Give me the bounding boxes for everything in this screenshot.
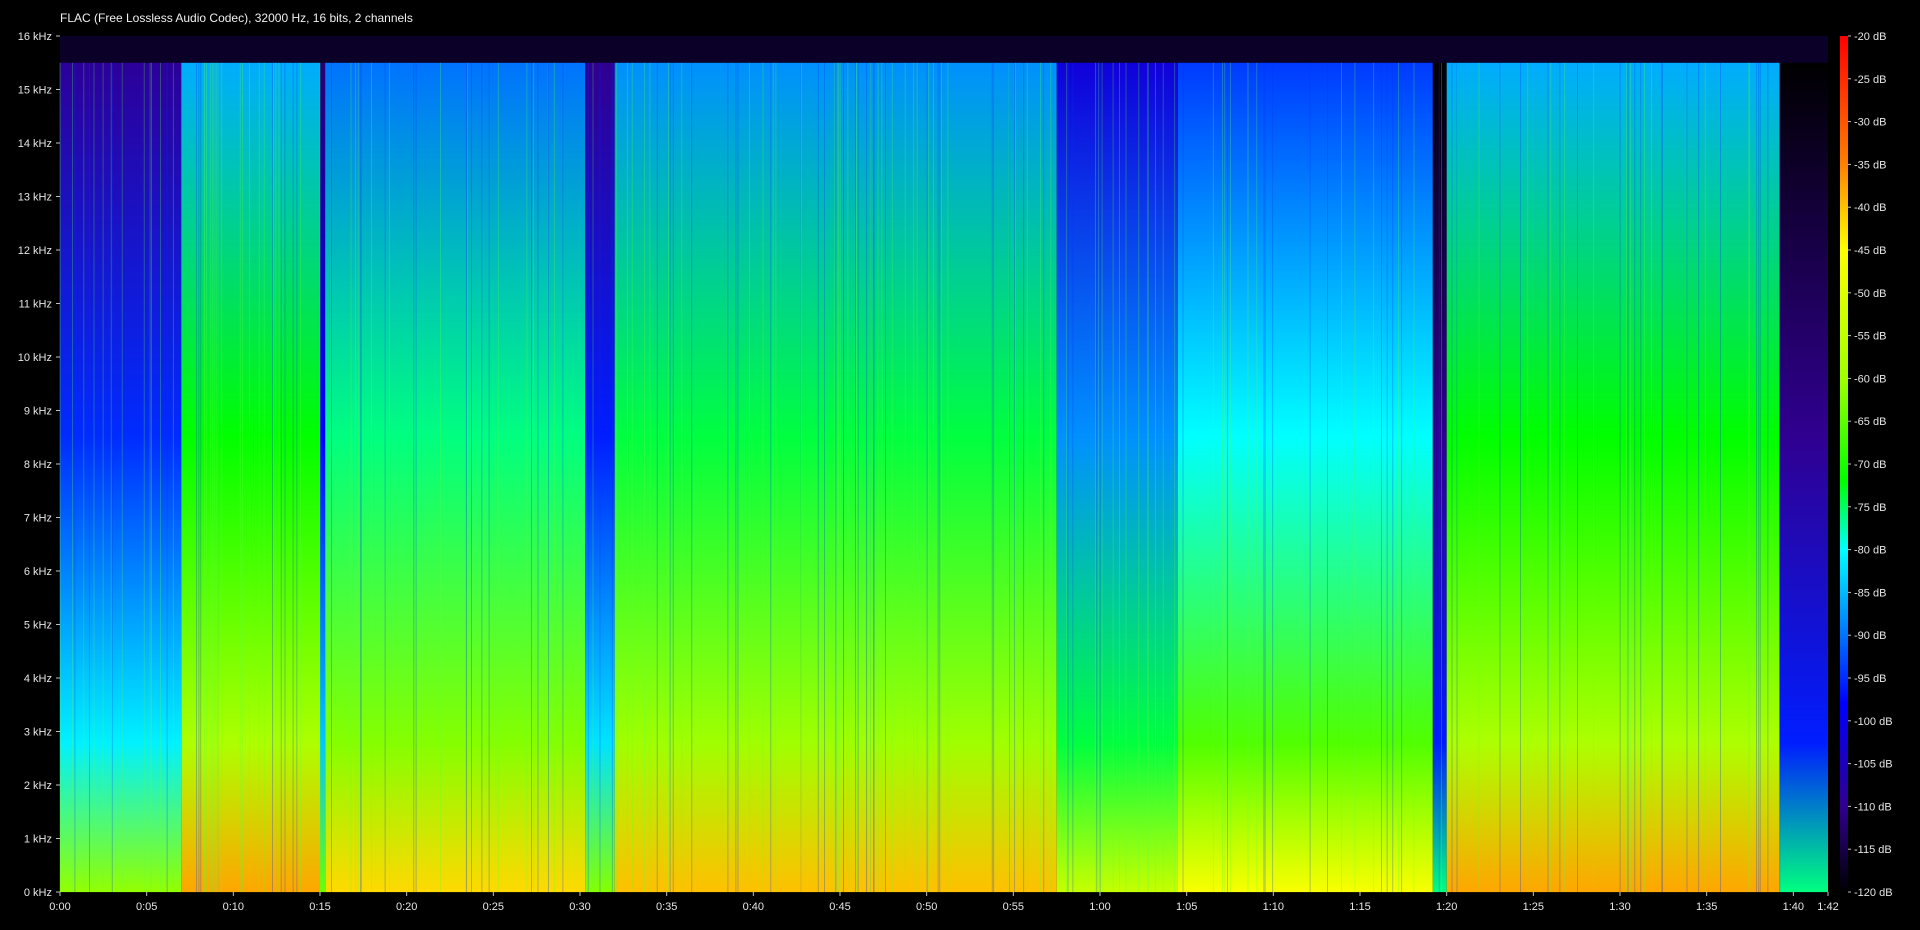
colorbar-tick-label: -45 dB — [1854, 245, 1886, 257]
frequency-tick-label: 2 kHz — [24, 780, 52, 792]
colorbar-gradient — [1840, 36, 1848, 892]
frequency-tick-label: 16 kHz — [18, 31, 52, 43]
time-tick-label: 1:30 — [1609, 901, 1630, 913]
spectrum-segment — [1056, 62, 1178, 893]
colorbar-tick-label: -100 dB — [1854, 716, 1893, 728]
colorbar-tick-label: -35 dB — [1854, 159, 1886, 171]
time-tick-label: 0:20 — [396, 901, 417, 913]
colorbar-tick-label: -50 dB — [1854, 288, 1886, 300]
db-colorbar: -20 dB -25 dB -30 dB -35 dB -40 dB -45 dB -50 … — [1840, 31, 1893, 899]
colorbar-tick-label: -105 dB — [1854, 759, 1893, 771]
spectrum-segment — [1178, 62, 1433, 893]
time-tick-label: 0:05 — [136, 901, 157, 913]
colorbar-tick-label: -20 dB — [1854, 31, 1886, 43]
time-tick-label: 1:20 — [1436, 901, 1457, 913]
frequency-tick-label: 15 kHz — [18, 85, 52, 97]
colorbar-tick-label: -75 dB — [1854, 502, 1886, 514]
colorbar-tick-label: -120 dB — [1854, 887, 1893, 899]
colorbar-tick-label: -60 dB — [1854, 373, 1886, 385]
colorbar-tick-label: -95 dB — [1854, 673, 1886, 685]
colorbar-tick-label: -55 dB — [1854, 331, 1886, 343]
frequency-tick-label: 0 kHz — [24, 887, 52, 899]
colorbar-tick-label: -90 dB — [1854, 630, 1886, 642]
time-tick-label: 0:10 — [223, 901, 244, 913]
spectrogram-plot — [59, 36, 1828, 893]
time-tick-label: 0:35 — [656, 901, 677, 913]
colorbar-tick-label: -40 dB — [1854, 202, 1886, 214]
frequency-tick-label: 10 kHz — [18, 352, 52, 364]
frequency-tick-label: 11 kHz — [19, 299, 52, 311]
time-tick-label: 0:00 — [49, 901, 70, 913]
frequency-tick-label: 1 kHz — [24, 834, 52, 846]
frequency-tick-label: 14 kHz — [18, 138, 52, 150]
spectrogram-chart: 0 kHz 1 kHz 2 kHz 3 kHz 4 kHz 5 kHz 6 kHz 7 kHz… — [18, 31, 1893, 913]
time-tick-label: 1:42 — [1817, 901, 1838, 913]
spectrum-segment — [325, 62, 586, 893]
time-tick-label: 1:35 — [1696, 901, 1717, 913]
spectrum-segment — [1779, 62, 1828, 893]
spectrum-segment — [181, 62, 320, 893]
time-tick-label: 1:00 — [1089, 901, 1110, 913]
frequency-tick-label: 3 kHz — [24, 727, 52, 739]
time-tick-label: 1:10 — [1263, 901, 1284, 913]
frequency-tick-label: 13 kHz — [18, 192, 52, 204]
colorbar-tick-label: -110 dB — [1854, 801, 1892, 813]
time-tick-label: 0:25 — [483, 901, 504, 913]
frequency-tick-label: 9 kHz — [24, 406, 52, 418]
colorbar-tick-label: -30 dB — [1854, 117, 1886, 129]
frequency-tick-label: 5 kHz — [24, 620, 52, 632]
time-tick-label: 1:25 — [1523, 901, 1544, 913]
colorbar-tick-label: -70 dB — [1854, 459, 1886, 471]
frequency-tick-label: 4 kHz — [24, 673, 52, 685]
frequency-tick-label: 8 kHz — [24, 459, 52, 471]
spectrum-segment — [1432, 62, 1447, 893]
spectrum-segment — [320, 62, 326, 893]
frequency-axis: 0 kHz 1 kHz 2 kHz 3 kHz 4 kHz 5 kHz 6 kHz 7 kHz… — [18, 31, 60, 899]
time-tick-label: 0:30 — [569, 901, 590, 913]
frequency-tick-label: 6 kHz — [24, 566, 52, 578]
spectrum-segment — [1446, 62, 1780, 893]
time-tick-label: 1:40 — [1783, 901, 1804, 913]
time-tick-label: 0:45 — [829, 901, 850, 913]
time-tick-label: 0:15 — [309, 901, 330, 913]
time-tick-label: 0:50 — [916, 901, 937, 913]
time-tick-label: 1:05 — [1176, 901, 1197, 913]
time-tick-label: 0:55 — [1003, 901, 1024, 913]
frequency-tick-label: 12 kHz — [18, 245, 52, 257]
spectrum-segment — [60, 62, 182, 893]
colorbar-tick-label: -65 dB — [1854, 416, 1886, 428]
time-tick-label: 1:15 — [1349, 901, 1370, 913]
colorbar-tick-label: -115 dB — [1854, 844, 1892, 856]
colorbar-tick-label: -85 dB — [1854, 587, 1886, 599]
time-tick-label: 0:40 — [743, 901, 764, 913]
colorbar-tick-label: -25 dB — [1854, 74, 1886, 86]
colorbar-tick-label: -80 dB — [1854, 545, 1886, 557]
frequency-tick-label: 7 kHz — [24, 513, 52, 525]
time-axis: 0:00 0:05 0:10 0:15 0:20 0:25 0:30 0:35 0:40 0:45… — [49, 892, 1839, 913]
